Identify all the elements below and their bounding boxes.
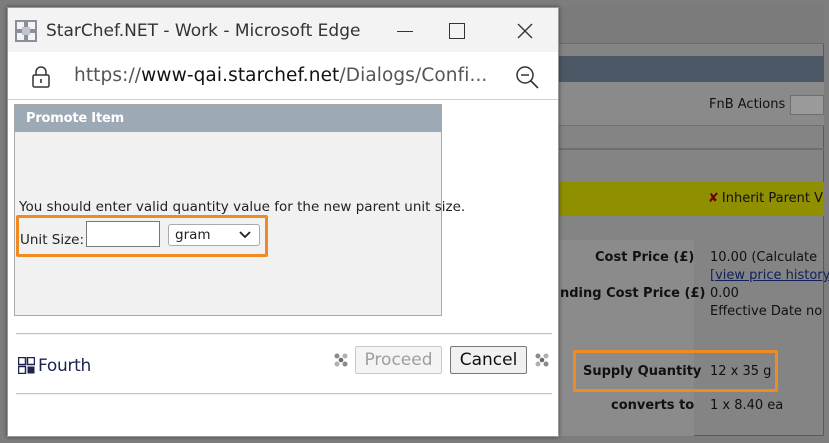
minimize-button[interactable] (384, 16, 424, 46)
unit-select-value: gram (175, 227, 211, 243)
loading-spinner-icon (535, 353, 549, 367)
unit-size-label: Unit Size: (20, 232, 85, 248)
window-title: StarChef.NET - Work - Microsoft Edge (46, 21, 361, 41)
address-bar[interactable]: https://www-qai.starchef.net/Dialogs/Con… (8, 52, 558, 100)
cancel-button[interactable]: Cancel (450, 346, 527, 374)
validation-message: You should enter valid quantity value fo… (19, 199, 466, 215)
lock-icon (32, 66, 50, 88)
fourth-logo-icon (18, 357, 35, 374)
cost-price-label: Cost Price (£) (595, 250, 695, 265)
cost-price-value: 10.00 (Calculate (710, 250, 818, 265)
close-icon (517, 23, 533, 39)
close-button[interactable] (504, 16, 544, 46)
footer-divider-bottom (16, 393, 552, 395)
effective-date-label: Effective Date no (710, 304, 823, 319)
unit-size-input[interactable] (86, 221, 160, 247)
proceed-button[interactable]: Proceed (355, 346, 442, 374)
fourth-logo-text: Fourth (38, 356, 91, 376)
supply-quantity-highlight (573, 350, 778, 392)
fnb-actions-label: FnB Actions (709, 97, 786, 112)
converts-to-value: 1 x 8.40 ea (710, 398, 784, 413)
promote-item-panel: Promote Item You should enter valid quan… (14, 104, 465, 316)
zoom-out-icon[interactable] (514, 64, 540, 90)
url-path: /Dialogs/Confi... (339, 65, 488, 86)
maximize-button[interactable] (436, 16, 476, 46)
unit-select[interactable]: gram (168, 224, 260, 246)
starchef-app-icon (15, 20, 37, 42)
background-navbar (554, 56, 824, 82)
fnb-actions-select (790, 95, 824, 115)
standing-cost-label: nding Cost Price (£) (560, 286, 706, 301)
chevron-down-icon (239, 231, 251, 239)
view-price-history-link: [view price history (710, 268, 829, 283)
inherit-parent-toggle: ✘ Inherit Parent V (708, 191, 823, 206)
inherit-parent-label: Inherit Parent V (721, 191, 824, 206)
url-host: www-qai.starchef.net (141, 65, 340, 86)
panel-title: Promote Item (15, 105, 441, 132)
loading-spinner-icon (334, 353, 348, 367)
background-topbar (554, 6, 824, 44)
url-text[interactable]: https://www-qai.starchef.net/Dialogs/Con… (74, 65, 487, 86)
background-separator (554, 148, 824, 150)
footer-divider-top (16, 333, 552, 335)
url-scheme: https:// (74, 65, 142, 86)
x-icon: ✘ (708, 191, 719, 206)
dialog-body: Promote Item You should enter valid quan… (8, 100, 558, 436)
converts-to-label: converts to (611, 398, 695, 413)
edge-popup-window: StarChef.NET - Work - Microsoft Edge htt… (7, 7, 559, 437)
standing-cost-value: 0.00 (710, 286, 739, 301)
title-bar: StarChef.NET - Work - Microsoft Edge (8, 8, 558, 52)
